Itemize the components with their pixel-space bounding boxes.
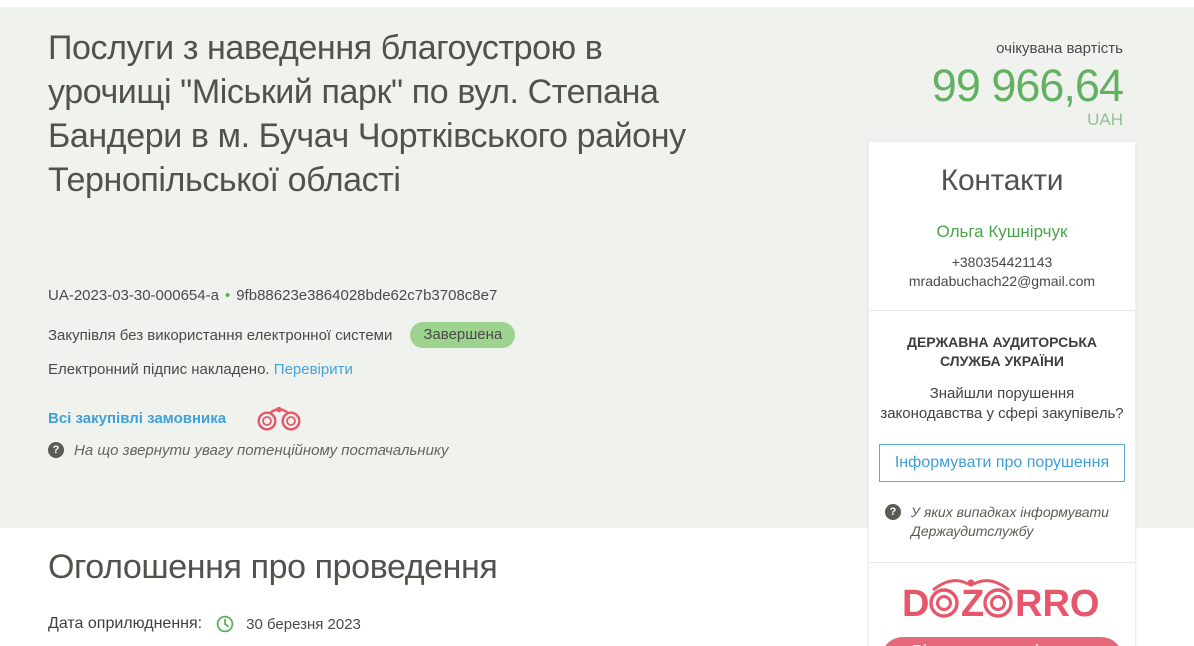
announcement-heading: Оголошення про проведення [48, 548, 498, 586]
all-purchases-link[interactable]: Всі закупівлі замовника [48, 410, 226, 427]
tender-hash: 9fb88623e3864028bde62c7b3708c8e7 [236, 287, 498, 304]
tender-page: Послуги з наведення благоустрою в урочищ… [0, 0, 1194, 646]
audit-question: Знайшли порушення законодавства у сфері … [880, 385, 1124, 422]
supplier-hint-row: ? На що звернути увагу потенційному пост… [48, 441, 449, 460]
signature-status: Електронний підпис накладено. [48, 361, 270, 378]
expected-value-label: очікувана вартість [996, 40, 1123, 57]
dozorro-logo-letter-d: D [902, 583, 929, 624]
page-title: Послуги з наведення благоустрою в урочищ… [48, 29, 686, 199]
contact-name-link[interactable]: Ольга Кушнірчук [869, 222, 1135, 242]
binoculars-icon[interactable] [256, 404, 302, 432]
audit-hint-row: ? У яких випадках інформувати Держаудитс… [885, 503, 1121, 541]
report-violation-button[interactable]: Інформувати про порушення [879, 444, 1125, 482]
clock-icon [216, 615, 234, 633]
contact-phone: +380354421143 [951, 254, 1053, 270]
sidebar-card: Контакти Ольга Кушнірчук +380354421143 m… [868, 141, 1136, 646]
signature-row: Електронний підпис накладено. Перевірити [48, 361, 353, 378]
separator-dot-icon: • [224, 287, 231, 304]
all-purchases-row: Всі закупівлі замовника [48, 404, 302, 432]
procedure-row: Закупівля без використання електронної с… [48, 322, 516, 348]
procedure-type: Закупівля без використання електронної с… [48, 326, 393, 344]
audit-service-name: ДЕРЖАВНА АУДИТОРСЬКА СЛУЖБА УКРАЇНИ [907, 334, 1097, 369]
dozorro-feedback-button[interactable]: Відгук про закупівлю на Дозорро [881, 637, 1123, 646]
contacts-heading: Контакти [940, 164, 1064, 197]
expected-value-currency: UAH [1087, 110, 1123, 129]
status-badge: Завершена [410, 322, 516, 348]
publication-date-value: 30 березня 2023 [246, 615, 361, 633]
expected-value-block: очікувана вартість 99 966,64 UAH [931, 40, 1124, 129]
card-divider [869, 562, 1135, 563]
expected-value-amount: 99 966,64 [931, 60, 1124, 111]
supplier-hint-text: На що звернути увагу потенційному постач… [74, 442, 449, 459]
publication-date-label: Дата оприлюднення: [48, 615, 203, 632]
audit-hint-text: У яких випадках інформувати Держаудитслу… [911, 504, 1109, 539]
verify-signature-link[interactable]: Перевірити [274, 361, 353, 378]
dozorro-logo-letters-rro: RRO [1015, 583, 1099, 624]
question-circle-icon: ? [48, 442, 64, 458]
publication-date-row: Дата оприлюднення: 30 березня 2023 [48, 615, 361, 633]
tender-id-row: UA-2023-03-30-000654-a • 9fb88623e3864028b… [48, 287, 497, 304]
contact-email: mradabuchach22@gmail.com [908, 273, 1096, 289]
card-divider [869, 310, 1135, 311]
dozorro-logo[interactable]: D Z RRO [869, 574, 1135, 624]
question-circle-icon: ? [885, 504, 901, 520]
tender-id: UA-2023-03-30-000654-a [48, 287, 219, 304]
dozorro-logo-letter-z: Z [961, 583, 984, 624]
